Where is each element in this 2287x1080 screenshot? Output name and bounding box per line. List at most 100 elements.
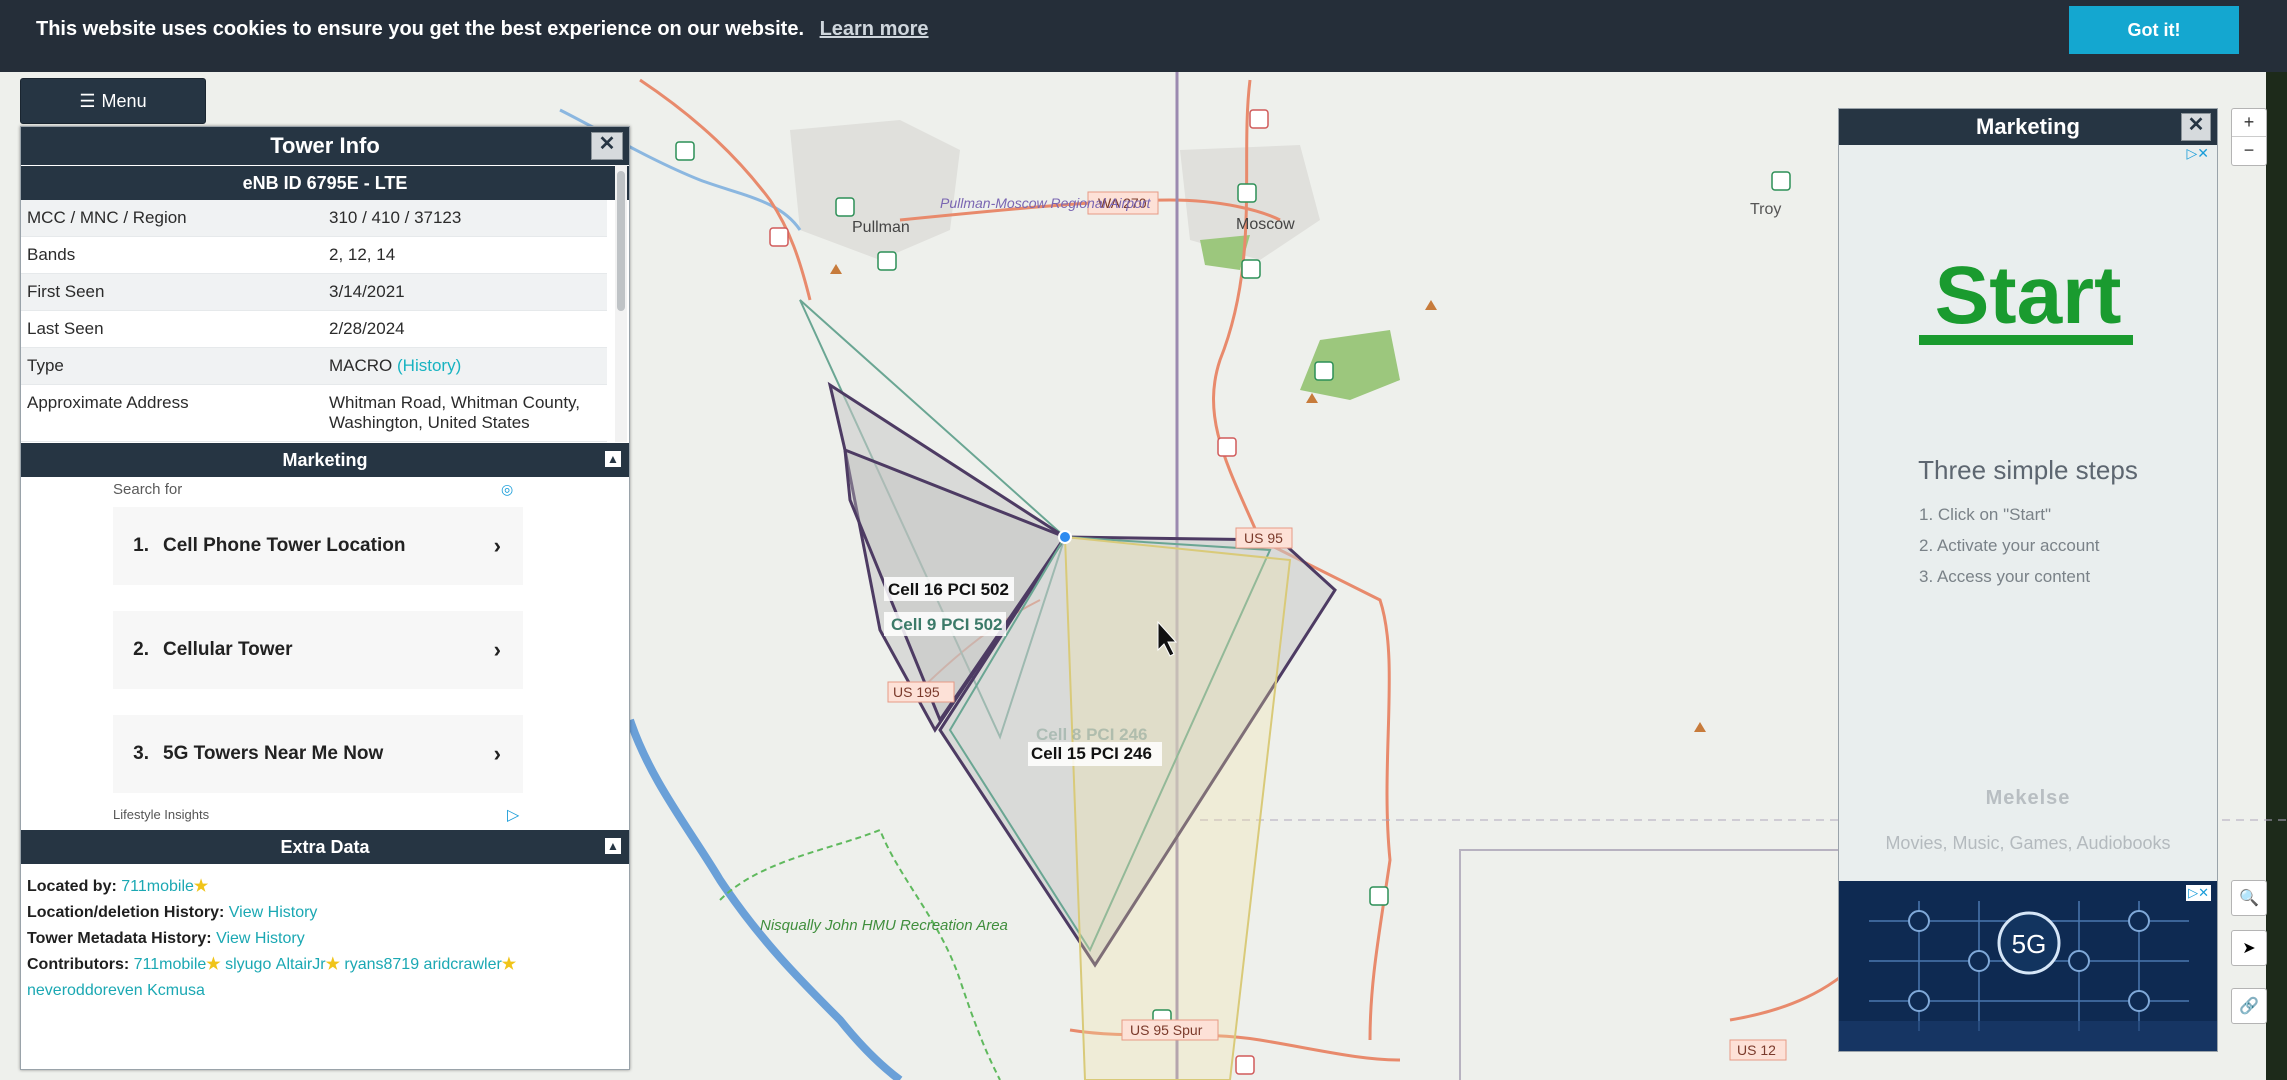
scroll-thumb[interactable] [617,171,625,311]
step-item: 3. Access your content [1919,567,2091,586]
airport-label: Pullman-Moscow Regional Airport [940,195,1151,211]
row-key: First Seen [21,273,323,311]
row-value: 3/14/2021 [323,273,607,311]
menu-label: Menu [101,90,147,111]
ad-num: 1. [133,535,149,556]
ad-choices-icon[interactable]: ▷✕ [2187,145,2210,162]
place-label-pullman: Pullman [852,219,910,236]
row-key: Last Seen [21,310,323,348]
extra-data-header: Extra Data ▲ [21,829,629,864]
row-value: 2, 12, 14 [323,236,607,274]
start-ad-link[interactable]: Start [1839,249,2217,343]
location-history-label: Location/deletion History: [27,904,225,921]
5g-network-graphic: 5G [1839,901,2217,1051]
share-link-button[interactable]: 🔗 [2231,988,2267,1024]
star-icon: ★ [206,956,221,973]
ad-play-icon[interactable]: ▷ [507,805,519,825]
extra-data-title: Extra Data [280,836,370,857]
row-value: 2/28/2024 [323,310,607,348]
star-icon: ★ [325,956,340,973]
ad-brand-logo: Mekelse [1985,787,2071,809]
ad-choices-icon[interactable]: ▷✕ [2186,885,2211,901]
type-value: MACRO [329,356,393,375]
located-by-label: Located by: [27,878,117,895]
chevron-right-icon: › [493,637,501,662]
chevron-right-icon: › [493,533,501,558]
table-row: Type MACRO (History) [21,347,607,385]
place-label-moscow: Moscow [1236,216,1295,233]
contributor-link[interactable]: 711mobile [134,956,207,973]
place-label-airport: Pullman-Moscow Regional Airport [940,195,1151,211]
contributors-row: Contributors: 711mobile★ slyugo AltairJr… [27,952,623,1004]
road-label-us12: US 12 [1737,1042,1776,1058]
close-icon[interactable]: ✕ [2181,113,2211,141]
cell-label-15: Cell 15 PCI 246 [1031,744,1152,763]
search-ad: Search for ◎ 1. Cell Phone Tower Locatio… [21,477,629,829]
ad-choices-icon[interactable]: ◎ [501,481,513,498]
ad-result-2[interactable]: 2. Cellular Tower › [113,611,523,689]
link-icon: 🔗 [2239,998,2259,1015]
contributor-link[interactable]: AltairJr [276,956,326,973]
metadata-history-row: Tower Metadata History: View History [27,926,623,952]
location-history-link[interactable]: View History [229,904,318,921]
start-underline [1919,335,2133,345]
row-key: Bands [21,236,323,274]
contributor-link[interactable]: neveroddoreven [27,982,143,999]
location-arrow-icon: ➤ [2242,940,2256,957]
ad-num: 2. [133,639,149,660]
cookie-message-text: This website uses cookies to ensure you … [36,18,804,40]
magnifier-icon: 🔍 [2239,890,2259,907]
learn-more-link[interactable]: Learn more [820,18,929,40]
enb-id: eNB ID 6795E - LTE [242,172,408,193]
chevron-right-icon: › [493,741,501,766]
type-history-link[interactable]: (History) [397,356,461,375]
hamburger-icon: ☰ [79,90,96,111]
ad-brand-tagline: Movies, Music, Games, Audiobooks [1885,833,2171,853]
plus-icon[interactable]: + [2232,109,2266,137]
road-label-us95: US 95 [1244,530,1283,546]
menu-button[interactable]: ☰ Menu [20,78,206,124]
table-row: Last Seen 2/28/2024 [21,310,607,348]
ad-label: Cellular Tower [163,639,293,660]
place-label-troy: Troy [1750,201,1781,218]
row-key: MCC / MNC / Region [21,200,323,237]
cookie-banner: This website uses cookies to ensure you … [0,0,2287,72]
table-row: Approximate Address Whitman Road, Whitma… [21,384,607,442]
enb-header: eNB ID 6795E - LTE [21,165,629,200]
ad-result-1[interactable]: 1. Cell Phone Tower Location › [113,507,523,585]
contributors-label: Contributors: [27,956,130,973]
tower-info-table: MCC / MNC / Region 310 / 410 / 37123 Ban… [21,200,607,442]
extra-data-body: Located by: 711mobile★ Location/deletion… [21,864,629,1014]
contributor-link[interactable]: aridcrawler [424,956,502,973]
table-row: First Seen 3/14/2021 [21,273,607,311]
collapse-extra-button[interactable]: ▲ [605,838,621,854]
three-steps-heading: Three simple steps [1918,455,2138,485]
table-row: MCC / MNC / Region 310 / 410 / 37123 [21,200,607,237]
contributor-link[interactable]: Kcmusa [147,982,205,999]
lifestyle-insights-label: Lifestyle Insights [113,807,210,822]
metadata-history-link[interactable]: View History [216,930,305,947]
cookie-message: This website uses cookies to ensure you … [36,18,929,41]
5g-banner-ad[interactable]: ▷✕ 5G [1839,881,2217,1051]
got-it-button[interactable]: Got it! [2069,6,2239,54]
contributor-link[interactable]: ryans8719 [344,956,419,973]
locate-button[interactable]: ➤ [2231,930,2267,966]
marketing-header: Marketing ▲ [21,442,629,477]
star-icon: ★ [501,956,517,973]
cell-label-9: Cell 9 PCI 502 [891,615,1003,634]
minus-icon[interactable]: − [2232,137,2266,164]
table-row: Bands 2, 12, 14 [21,236,607,274]
ad-result-3[interactable]: 3. 5G Towers Near Me Now › [113,715,523,793]
step-item: 2. Activate your account [1919,536,2100,555]
ad-label: Cell Phone Tower Location [163,535,406,556]
contributor-link[interactable]: slyugo [225,956,271,973]
search-map-button[interactable]: 🔍 [2231,880,2267,916]
row-value: 310 / 410 / 37123 [323,200,607,237]
steps-list: 1. Click on "Start" 2. Activate your acc… [1919,499,2100,592]
row-value-type: MACRO (History) [323,347,607,385]
located-by-link[interactable]: 711mobile [121,878,194,895]
close-icon[interactable]: ✕ [591,132,623,160]
tower-info-panel: Tower Info ✕ eNB ID 6795E - LTE MCC / MN… [20,126,630,1070]
collapse-marketing-button[interactable]: ▲ [605,451,621,467]
tower-info-header: Tower Info ✕ [21,127,629,165]
